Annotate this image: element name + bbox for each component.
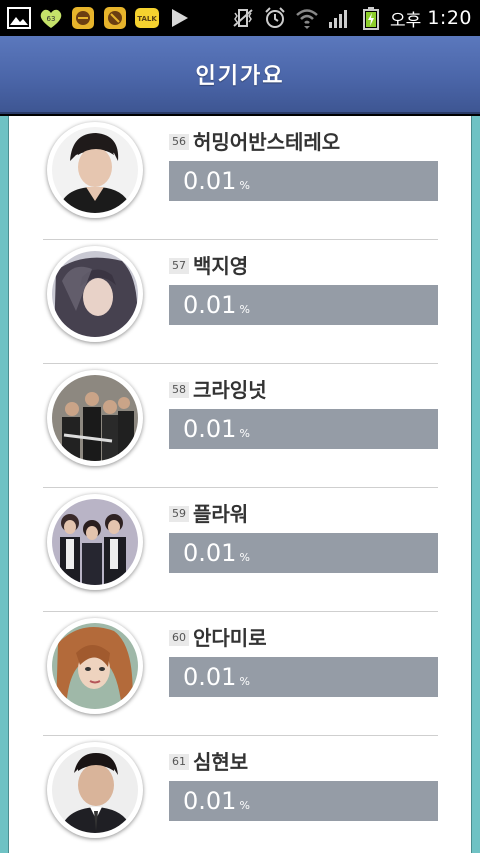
content-frame: 56 허밍어반스테레오 0.01 % 57 백지영 0.01 % 58 크라잉넛… xyxy=(0,116,480,853)
artist-photo xyxy=(52,127,138,213)
battery-icon xyxy=(358,5,384,31)
score-unit: % xyxy=(239,179,250,192)
score-unit: % xyxy=(239,427,250,440)
signal-icon xyxy=(326,5,352,31)
score-value: 0.01 xyxy=(183,415,237,443)
app-header: 인기가요 xyxy=(0,36,480,114)
artist-name: 심현보 xyxy=(193,750,249,774)
artist-name: 백지영 xyxy=(193,254,249,278)
score-unit: % xyxy=(239,551,250,564)
svg-text:TALK: TALK xyxy=(137,15,157,23)
notification-icons: 63 TALK xyxy=(0,5,192,31)
am-pm-label: 오후 xyxy=(390,10,422,31)
artist-photo xyxy=(52,623,138,709)
app-orange-icon-2 xyxy=(102,5,128,31)
svg-text:63: 63 xyxy=(47,15,56,23)
rank-badge: 57 xyxy=(169,258,189,274)
clock: 1:20 xyxy=(427,7,472,29)
score-unit: % xyxy=(239,799,250,812)
rank-badge: 58 xyxy=(169,382,189,398)
artist-photo xyxy=(52,251,138,337)
vibrate-icon xyxy=(230,5,256,31)
artist-photo xyxy=(52,499,138,585)
score-value: 0.01 xyxy=(183,291,237,319)
score-value: 0.01 xyxy=(183,539,237,567)
list-item[interactable]: 58 크라잉넛 0.01 % xyxy=(43,364,438,488)
list-item[interactable]: 59 플라워 0.01 % xyxy=(43,488,438,612)
artist-name: 허밍어반스테레오 xyxy=(193,130,341,154)
list-item[interactable]: 61 심현보 0.01 % xyxy=(43,736,438,853)
status-bar: 63 TALK 오후 1:20 xyxy=(0,0,480,36)
artist-name: 크라잉넛 xyxy=(193,378,267,402)
artist-photo xyxy=(52,747,138,833)
score-bar: 0.01 % xyxy=(169,285,438,325)
score-bar: 0.01 % xyxy=(169,657,438,697)
avatar xyxy=(47,122,143,218)
artist-name: 플라워 xyxy=(193,502,249,526)
rank-badge: 60 xyxy=(169,630,189,646)
avatar xyxy=(47,494,143,590)
system-status: 오후 1:20 xyxy=(230,5,480,31)
kakaotalk-icon: TALK xyxy=(134,5,160,31)
score-value: 0.01 xyxy=(183,663,237,691)
artist-photo xyxy=(52,375,138,461)
page-title: 인기가요 xyxy=(195,64,285,89)
score-bar: 0.01 % xyxy=(169,533,438,573)
rank-badge: 61 xyxy=(169,754,189,770)
list-item[interactable]: 57 백지영 0.01 % xyxy=(43,240,438,364)
alarm-icon xyxy=(262,5,288,31)
avatar xyxy=(47,742,143,838)
wifi-icon xyxy=(294,5,320,31)
list-item[interactable]: 60 안다미로 0.01 % xyxy=(43,612,438,736)
rank-badge: 56 xyxy=(169,134,189,150)
score-unit: % xyxy=(239,303,250,316)
score-bar: 0.01 % xyxy=(169,781,438,821)
avatar xyxy=(47,246,143,342)
kakaotalk-green-icon: 63 xyxy=(38,5,64,31)
avatar xyxy=(47,370,143,466)
app-orange-icon-1 xyxy=(70,5,96,31)
score-bar: 0.01 % xyxy=(169,409,438,449)
score-value: 0.01 xyxy=(183,167,237,195)
score-value: 0.01 xyxy=(183,787,237,815)
score-bar: 0.01 % xyxy=(169,161,438,201)
avatar xyxy=(47,618,143,714)
score-unit: % xyxy=(239,675,250,688)
rank-badge: 59 xyxy=(169,506,189,522)
play-store-icon xyxy=(166,5,192,31)
gallery-icon xyxy=(6,5,32,31)
chart-list[interactable]: 56 허밍어반스테레오 0.01 % 57 백지영 0.01 % 58 크라잉넛… xyxy=(8,116,472,853)
artist-name: 안다미로 xyxy=(193,626,267,650)
list-item[interactable]: 56 허밍어반스테레오 0.01 % xyxy=(43,116,438,240)
